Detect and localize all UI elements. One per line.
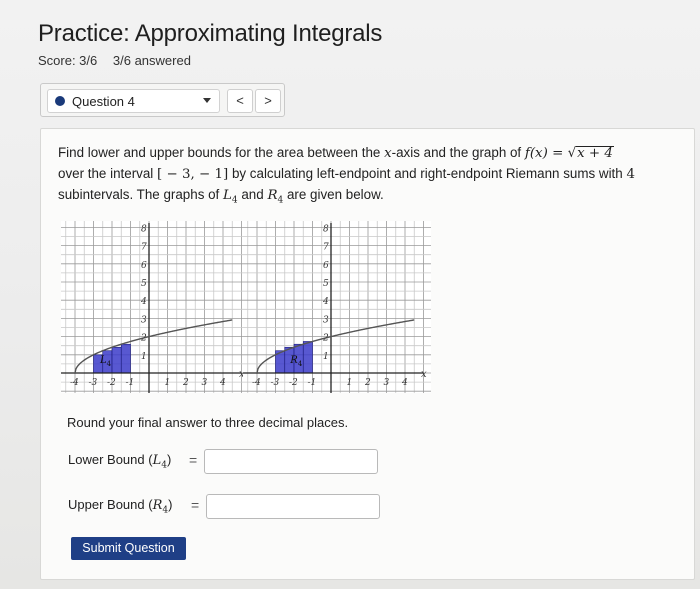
submit-question-button[interactable]: Submit Question [71,537,186,560]
caret-down-icon [203,98,211,103]
x-tick-label: -4 [70,378,79,388]
right-riemann-graph: R487654321-4 -3 -2 -1 1 2 3 4x [243,221,431,393]
y-tick-label: 4 [322,297,329,307]
x-tick-label: 4 [401,378,408,388]
question-card: Find lower and upper bounds for the area… [40,128,695,580]
y-tick-label: 1 [141,352,147,362]
question-select[interactable]: Question 4 [47,89,220,113]
y-tick-label: 4 [140,297,147,307]
upper-bound-input[interactable] [206,494,380,519]
question-select-label: Question 4 [72,93,135,109]
problem-statement: Find lower and upper bounds for the area… [58,145,635,206]
lower-bound-input[interactable] [204,449,378,474]
status-dot-icon [55,96,65,106]
x-axis-label: x [421,369,427,380]
lower-bound-label: Lower Bound (L4) [68,452,172,471]
graph-background [61,221,249,393]
upper-bound-label: Upper Bound (R4) [68,497,173,516]
y-tick-label: 1 [323,352,329,362]
next-question-button[interactable]: > [255,89,281,113]
score-text: Score: 3/6 [38,53,98,68]
x-tick-label: 1 [165,378,171,388]
x-tick-label: 3 [202,378,208,388]
x-tick-label: -2 [107,378,116,388]
left-sum-rectangle [111,346,122,374]
x-tick-label: 1 [347,378,353,388]
x-tick-label: -3 [89,378,98,388]
prev-question-button[interactable]: < [227,89,253,113]
y-tick-label: 5 [141,279,147,289]
y-tick-label: 3 [323,315,329,325]
x-tick-label: -1 [126,378,135,388]
question-nav-bar: Question 4 < > [40,83,285,117]
y-tick-label: 8 [323,224,329,234]
rounding-instructions: Round your final answer to three decimal… [67,415,349,430]
x-tick-label: -1 [308,378,317,388]
right-sum-rectangle [302,341,313,374]
y-tick-label: 7 [323,243,329,253]
y-tick-label: 6 [141,261,147,271]
x-tick-label: 2 [364,378,371,388]
answered-text: 3/6 answered [112,53,191,68]
x-tick-label: 3 [384,378,390,388]
x-tick-label: -4 [252,378,261,388]
graph-background [243,221,431,393]
x-tick-label: 4 [219,378,226,388]
y-tick-label: 3 [141,315,147,325]
upper-equals: = [191,497,200,513]
y-tick-label: 8 [141,224,147,234]
y-tick-label: 6 [323,261,329,271]
y-tick-label: 2 [140,334,147,344]
page-title: Practice: Approximating Integrals [38,20,383,47]
left-sum-rectangle [120,343,131,374]
x-tick-label: 2 [182,378,189,388]
x-tick-label: -2 [289,378,298,388]
score-line: Score: 3/6 3/6 answered [38,53,191,68]
y-tick-label: 7 [141,243,147,253]
y-tick-label: 2 [322,334,329,344]
lower-equals: = [189,452,198,468]
left-riemann-graph: L487654321-4 -3 -2 -1 1 2 3 4x [61,221,249,393]
y-tick-label: 5 [323,279,329,289]
x-tick-label: -3 [271,378,280,388]
